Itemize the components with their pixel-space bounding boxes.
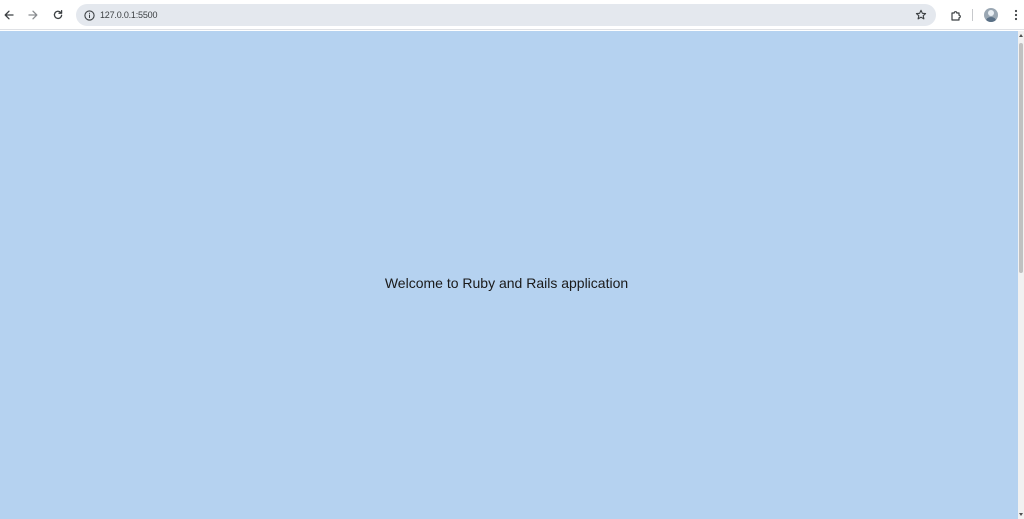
welcome-message: Welcome to Ruby and Rails application [384, 275, 629, 291]
address-bar[interactable]: 127.0.0.1:5500 [76, 4, 936, 26]
arrow-left-icon [4, 10, 14, 20]
scrollbar-thumb[interactable] [1019, 43, 1023, 273]
profile-button[interactable] [980, 4, 1002, 26]
browser-window: 127.0.0.1:5500 Welcome to Ruby and Rails… [0, 0, 1024, 519]
puzzle-icon [950, 10, 961, 21]
scroll-down-arrow-icon[interactable] [1019, 513, 1023, 516]
bookmark-button[interactable] [912, 6, 930, 24]
info-circle-icon [83, 9, 95, 21]
extensions-button[interactable] [945, 4, 967, 26]
reload-button[interactable] [47, 4, 69, 26]
kebab-menu-icon [1014, 9, 1018, 21]
star-icon [915, 9, 927, 20]
url-text[interactable]: 127.0.0.1:5500 [100, 8, 157, 22]
forward-button[interactable] [22, 4, 44, 26]
browser-toolbar: 127.0.0.1:5500 [0, 0, 1024, 30]
site-info-button[interactable] [80, 6, 98, 24]
scroll-up-arrow-icon[interactable] [1019, 34, 1023, 37]
arrow-right-icon [28, 10, 38, 20]
browser-menu-button[interactable] [1005, 4, 1024, 26]
toolbar-divider [972, 9, 973, 21]
reload-icon [53, 9, 63, 20]
page-viewport: Welcome to Ruby and Rails application [0, 31, 1018, 519]
avatar [984, 8, 998, 22]
vertical-scrollbar[interactable] [1018, 31, 1024, 519]
back-button[interactable] [0, 4, 20, 26]
